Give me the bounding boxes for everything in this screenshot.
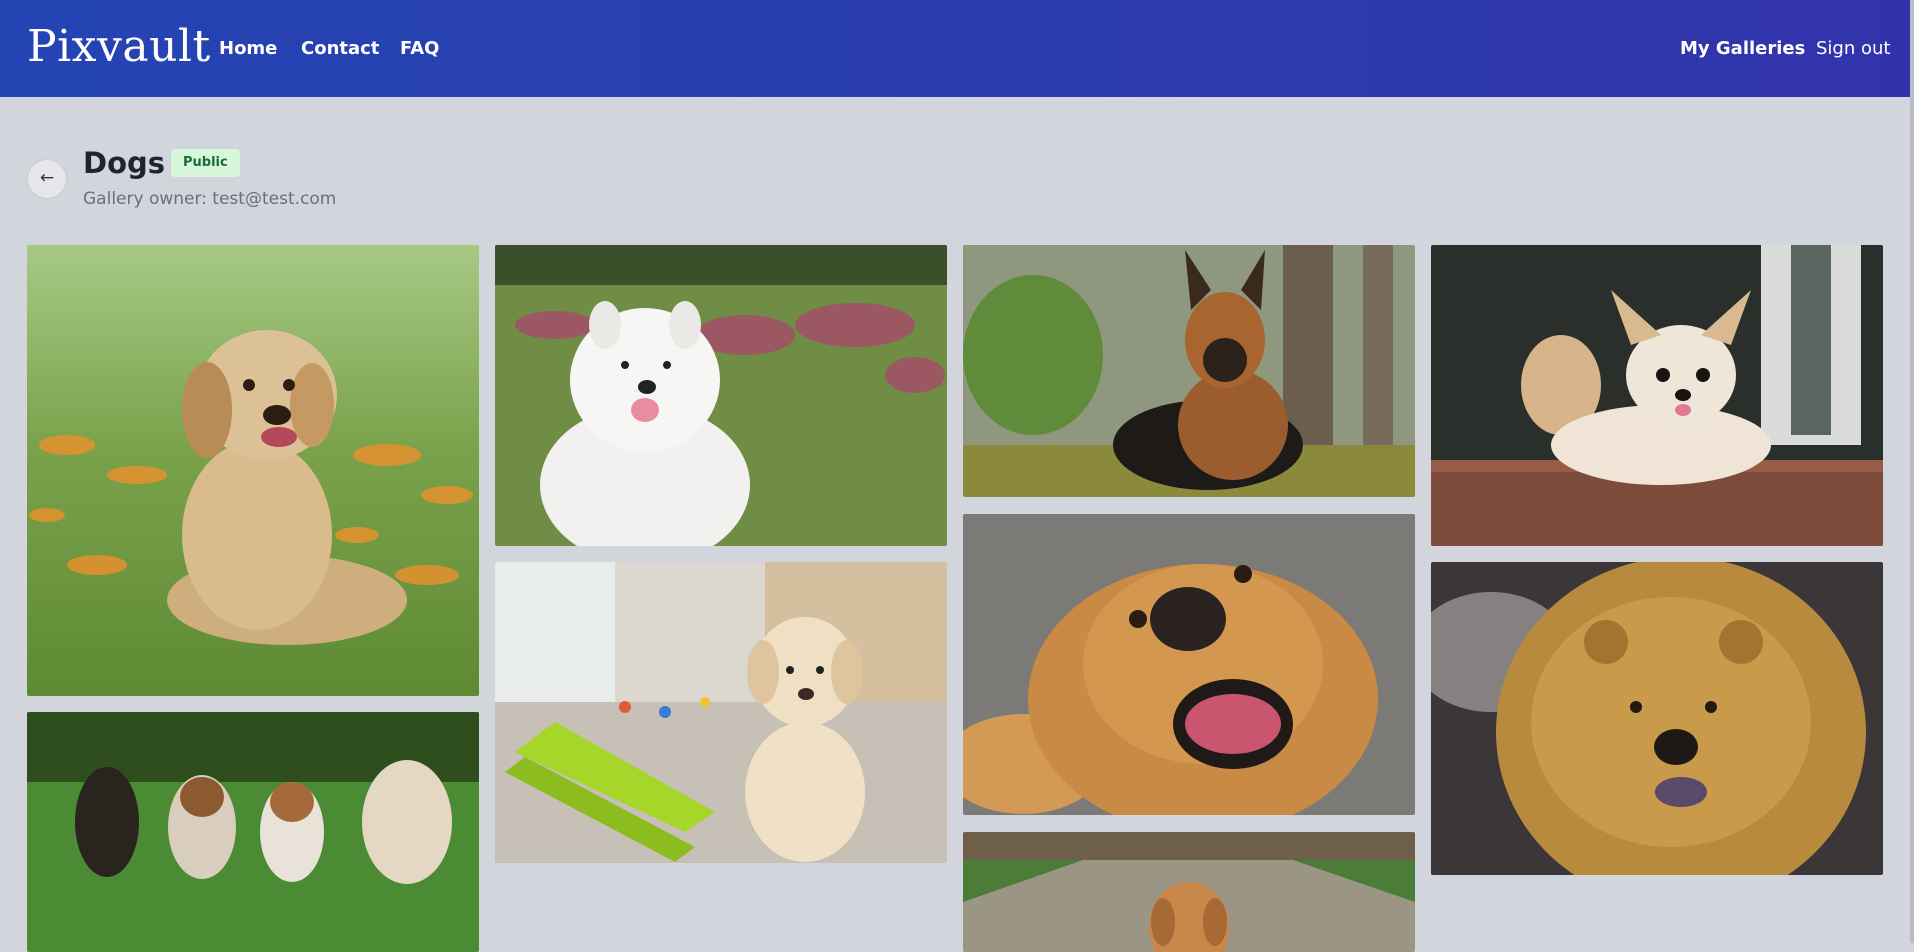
brand-logo[interactable]: Pixvault bbox=[27, 22, 211, 72]
german-shepherd-image bbox=[963, 245, 1415, 497]
nav-link-faq[interactable]: FAQ bbox=[400, 38, 439, 60]
photo-golden-retriever[interactable] bbox=[963, 514, 1415, 815]
labrador-puppy-image bbox=[495, 562, 947, 863]
gallery-owner: Gallery owner: test@test.com bbox=[83, 189, 337, 209]
gallery-title: Dogs bbox=[83, 146, 166, 180]
photo-golden-puppy-path[interactable] bbox=[963, 832, 1415, 952]
nav-link-home[interactable]: Home bbox=[219, 38, 277, 60]
photo-german-shepherd[interactable] bbox=[963, 245, 1415, 497]
photo-samoyed[interactable] bbox=[495, 245, 947, 546]
navbar: Pixvault Home Contact FAQ My Galleries S… bbox=[0, 0, 1914, 97]
four-dogs-image bbox=[27, 712, 479, 952]
golden-puppy-image bbox=[27, 245, 479, 696]
photo-chihuahua[interactable] bbox=[1431, 245, 1883, 546]
photo-golden-puppy[interactable] bbox=[27, 245, 479, 696]
photo-chow-chow[interactable] bbox=[1431, 562, 1883, 875]
back-arrow-icon: ← bbox=[39, 168, 55, 188]
golden-retriever-image bbox=[963, 514, 1415, 815]
photo-labrador-puppy[interactable] bbox=[495, 562, 947, 863]
back-button[interactable]: ← bbox=[27, 159, 67, 199]
samoyed-image bbox=[495, 245, 947, 546]
chow-chow-image bbox=[1431, 562, 1883, 875]
my-galleries-link[interactable]: My Galleries bbox=[1680, 38, 1805, 60]
photo-four-dogs[interactable] bbox=[27, 712, 479, 952]
chihuahua-image bbox=[1431, 245, 1883, 546]
page-scrollbar[interactable] bbox=[1910, 0, 1914, 943]
golden-puppy-path-image bbox=[963, 832, 1415, 952]
visibility-badge: Public bbox=[171, 149, 240, 177]
sign-out-link[interactable]: Sign out bbox=[1816, 38, 1890, 60]
nav-link-contact[interactable]: Contact bbox=[301, 38, 379, 60]
